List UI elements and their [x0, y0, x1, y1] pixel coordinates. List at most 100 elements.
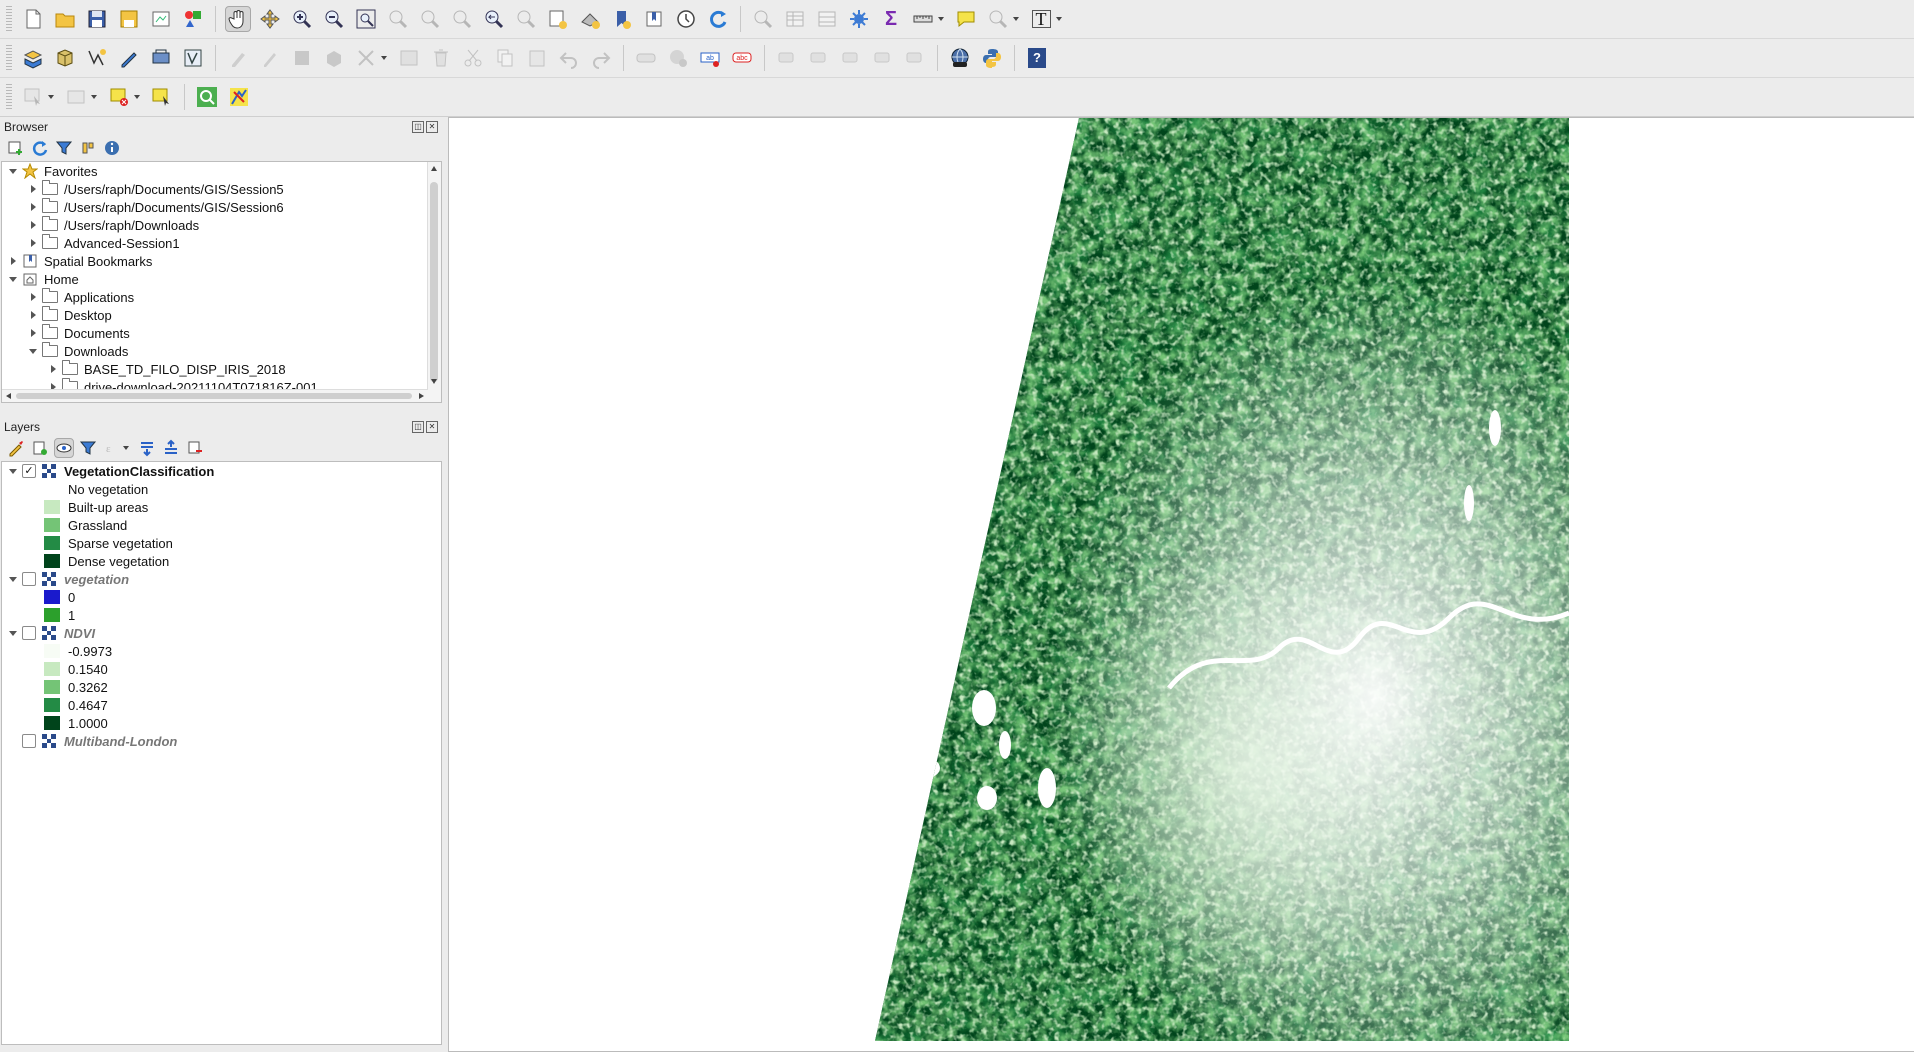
select-by-expression-icon[interactable]: [149, 84, 175, 110]
show-bookmarks-icon[interactable]: [641, 6, 667, 32]
tree-item-folder[interactable]: Desktop: [2, 306, 441, 324]
vertex-dropdown-icon[interactable]: [381, 56, 387, 60]
new-map-view-icon[interactable]: [545, 6, 571, 32]
collapse-arrow-icon[interactable]: [8, 274, 18, 284]
expand-arrow-icon[interactable]: [8, 256, 18, 266]
print-layout-icon[interactable]: [148, 6, 174, 32]
add-feature-icon[interactable]: [321, 45, 347, 71]
data-source-manager-icon[interactable]: [20, 45, 46, 71]
tree-item-folder[interactable]: Applications: [2, 288, 441, 306]
expand-arrow-icon[interactable]: [28, 310, 38, 320]
zoom-next-icon[interactable]: [513, 6, 539, 32]
expand-arrow-icon[interactable]: [28, 238, 38, 248]
collapse-arrow-icon[interactable]: [28, 346, 38, 356]
new-geopackage-icon[interactable]: [52, 45, 78, 71]
select-dropdown-icon[interactable]: [1013, 17, 1019, 21]
toolbar-grip[interactable]: [6, 45, 12, 71]
locator-search-icon[interactable]: [194, 84, 220, 110]
collapse-arrow-icon[interactable]: [8, 166, 18, 176]
pin-labels-icon[interactable]: [774, 45, 800, 71]
map-canvas[interactable]: [448, 117, 1914, 1052]
open-project-icon[interactable]: [52, 6, 78, 32]
expand-arrow-icon[interactable]: [28, 328, 38, 338]
properties-info-icon[interactable]: [102, 138, 122, 158]
tree-item-favorite-folder[interactable]: /Users/raph/Documents/GIS/Session5: [2, 180, 441, 198]
refresh-icon[interactable]: [705, 6, 731, 32]
new-bookmark-icon[interactable]: [609, 6, 635, 32]
layer-visibility-checkbox[interactable]: ✓: [22, 464, 36, 478]
expand-arrow-icon[interactable]: [28, 202, 38, 212]
zoom-last-icon[interactable]: [481, 6, 507, 32]
modify-attributes-icon[interactable]: [396, 45, 422, 71]
layer-item[interactable]: vegetation: [2, 570, 441, 588]
open-layer-styling-icon[interactable]: [6, 438, 26, 458]
save-project-icon[interactable]: [84, 6, 110, 32]
tree-item-folder[interactable]: Downloads: [2, 342, 441, 360]
new-project-icon[interactable]: [20, 6, 46, 32]
zoom-in-icon[interactable]: [289, 6, 315, 32]
label-toolbar-icon[interactable]: [633, 45, 659, 71]
layer-visibility-checkbox[interactable]: [22, 572, 36, 586]
field-calculator-icon[interactable]: [814, 6, 840, 32]
tree-item-favorite-folder[interactable]: /Users/raph/Documents/GIS/Session6: [2, 198, 441, 216]
expand-arrow-icon[interactable]: [28, 184, 38, 194]
zoom-to-layer-icon[interactable]: [417, 6, 443, 32]
select-features-dropdown-icon[interactable]: [48, 95, 54, 99]
collapse-arrow-icon[interactable]: [8, 466, 18, 476]
collapse-arrow-icon[interactable]: [8, 628, 18, 638]
zoom-native-icon[interactable]: [449, 6, 475, 32]
pan-map-icon[interactable]: [225, 6, 251, 32]
tree-item-favorites[interactable]: Favorites: [2, 162, 441, 180]
save-as-icon[interactable]: [116, 6, 142, 32]
browser-horizontal-scrollbar[interactable]: [2, 389, 428, 402]
filter-browser-icon[interactable]: [54, 138, 74, 158]
remove-layer-icon[interactable]: [185, 438, 205, 458]
plugin-globe-icon[interactable]: [947, 45, 973, 71]
browser-vertical-scrollbar[interactable]: [427, 162, 441, 402]
filter-by-expression-icon[interactable]: ε: [102, 438, 122, 458]
save-edits-icon[interactable]: [289, 45, 315, 71]
tree-item-folder[interactable]: Documents: [2, 324, 441, 342]
layer-item[interactable]: NDVI: [2, 624, 441, 642]
toggle-editing-icon[interactable]: [257, 45, 283, 71]
layer-visibility-checkbox[interactable]: [22, 734, 36, 748]
collapse-all-icon[interactable]: [161, 438, 181, 458]
redo-icon[interactable]: [588, 45, 614, 71]
expand-arrow-icon[interactable]: [28, 220, 38, 230]
undo-icon[interactable]: [556, 45, 582, 71]
float-panel-icon[interactable]: ◫: [412, 420, 424, 433]
collapse-all-icon[interactable]: [78, 138, 98, 158]
tree-item-home[interactable]: Home: [2, 270, 441, 288]
zoom-full-icon[interactable]: [353, 6, 379, 32]
diagram-icon[interactable]: [665, 45, 691, 71]
style-manager-icon[interactable]: [180, 6, 206, 32]
collapse-arrow-icon[interactable]: [8, 574, 18, 584]
manage-visibility-icon[interactable]: [54, 438, 74, 458]
layer-labeling-icon[interactable]: ab: [697, 45, 723, 71]
toolbar-grip[interactable]: [6, 6, 12, 32]
layer-item[interactable]: ✓ VegetationClassification: [2, 462, 441, 480]
paste-features-icon[interactable]: [524, 45, 550, 71]
text-annotation-icon[interactable]: T: [1028, 6, 1054, 32]
zoom-out-icon[interactable]: [321, 6, 347, 32]
select-by-value-dropdown-icon[interactable]: [91, 95, 97, 99]
python-console-icon[interactable]: [979, 45, 1005, 71]
annotation-dropdown-icon[interactable]: [1056, 17, 1062, 21]
vertex-tool-icon[interactable]: [353, 45, 379, 71]
copy-features-icon[interactable]: [492, 45, 518, 71]
tree-item-spatial-bookmarks[interactable]: Spatial Bookmarks: [2, 252, 441, 270]
select-by-location-icon[interactable]: [985, 6, 1011, 32]
help-icon[interactable]: ?: [1024, 45, 1050, 71]
new-3d-view-icon[interactable]: [577, 6, 603, 32]
new-shapefile-icon[interactable]: [84, 45, 110, 71]
label-abc-icon[interactable]: abc: [729, 45, 755, 71]
toolbar-grip[interactable]: [6, 84, 12, 110]
attribute-table-icon[interactable]: [782, 6, 808, 32]
select-by-value-icon[interactable]: [63, 84, 89, 110]
layer-styling-icon[interactable]: [226, 84, 252, 110]
show-hide-labels-icon[interactable]: [806, 45, 832, 71]
add-group-icon[interactable]: [30, 438, 50, 458]
filter-legend-icon[interactable]: [78, 438, 98, 458]
float-panel-icon[interactable]: ◫: [412, 120, 424, 133]
deselect-all-icon[interactable]: [106, 84, 132, 110]
